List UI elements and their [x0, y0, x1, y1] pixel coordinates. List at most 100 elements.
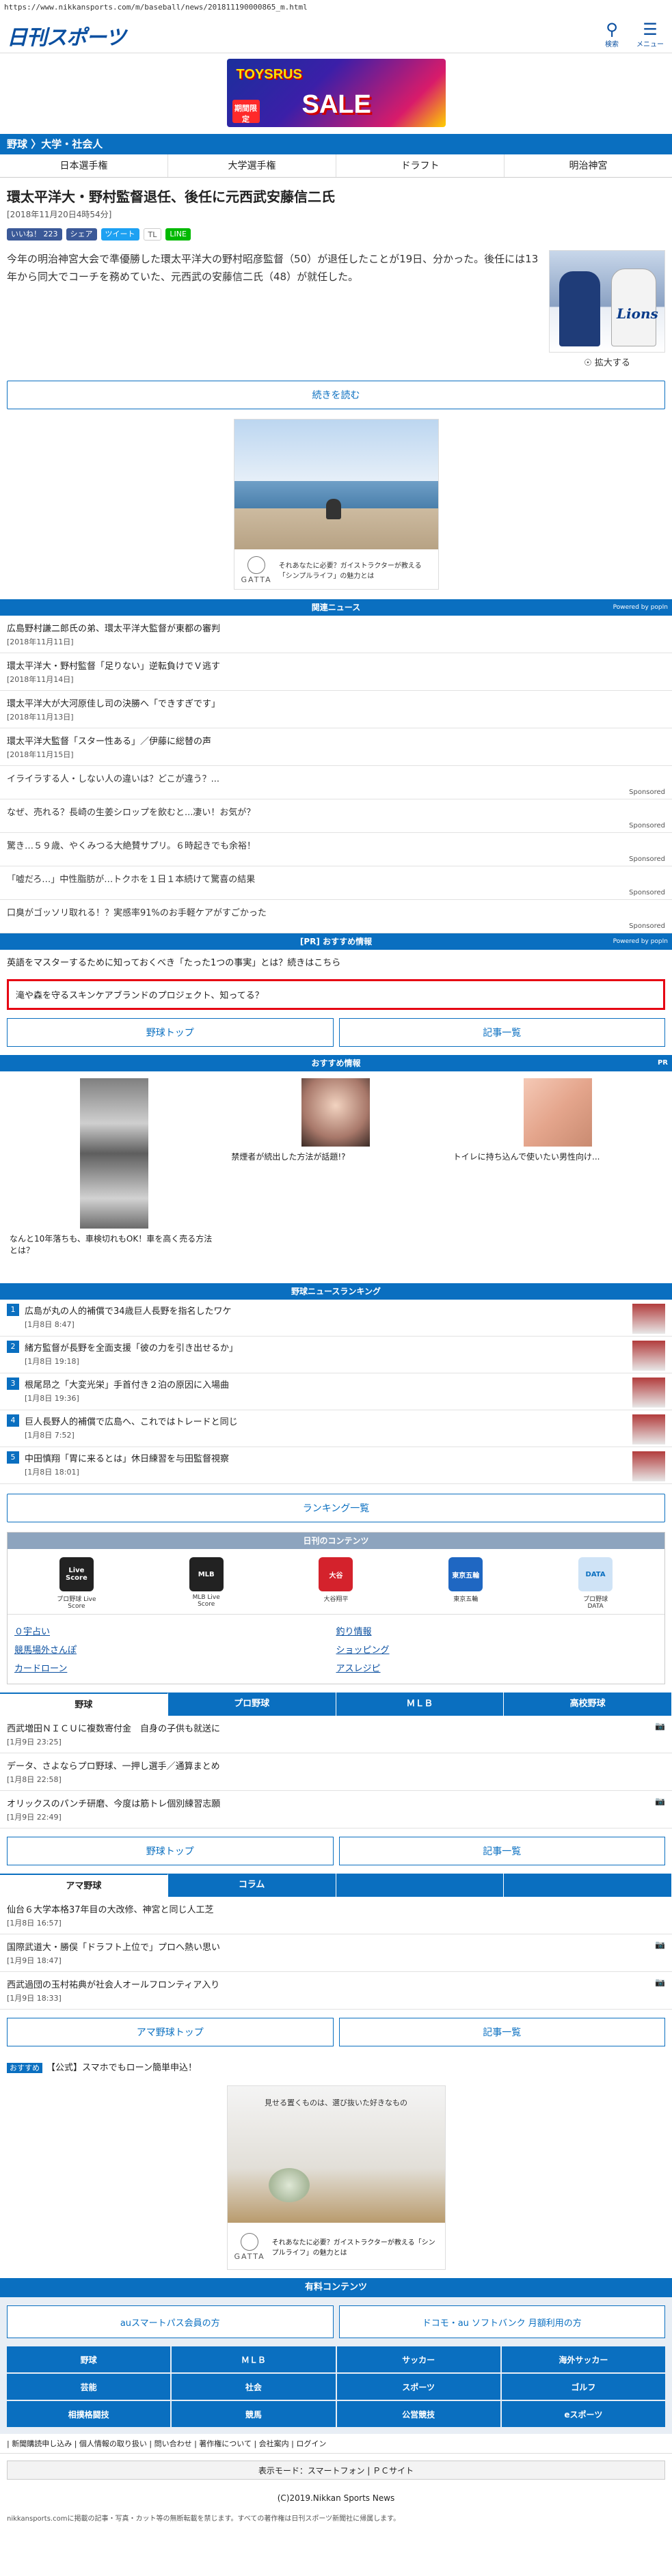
article-date: [2018年11月20日4時54分]	[7, 210, 112, 219]
subnav-item-meiji-jingu[interactable]: 明治神宮	[505, 154, 672, 177]
player-silhouette-left	[559, 271, 600, 346]
lions-logo: Lions	[617, 305, 658, 322]
article-text: 今年の明治神宮大会で準優勝した環太平洋大の野村昭彦監督（50）が退任したことが1…	[7, 253, 539, 283]
category-baseball[interactable]: 野球	[7, 2346, 171, 2372]
site-logo[interactable]: 日刊スポーツ	[7, 20, 126, 51]
zoom-button[interactable]: ☉ 拡大する	[549, 353, 665, 371]
category-esports[interactable]: eスポーツ	[501, 2401, 665, 2427]
tab-mlb[interactable]: ＭＬＢ	[336, 1693, 505, 1716]
list-item[interactable]: 環太平洋大・野村監督「足りない」逆転負けでＶ逃す [2018年11月14日]	[0, 653, 672, 691]
list-item[interactable]: 仙台６大学本格37年目の大改修、神宮と同じ人工芝 [1月8日 16:57]	[0, 1897, 672, 1934]
ranking-item[interactable]: 4 巨人長野人的補償で広島へ、これではトレードと同じ [1月8日 7:52]	[0, 1410, 672, 1447]
category-golf[interactable]: ゴルフ	[501, 2374, 665, 2400]
banner-ad-brand: TOYSRUS	[236, 67, 302, 82]
category-society[interactable]: 社会	[172, 2374, 336, 2400]
app-tokyo-olympics[interactable]: 東京五輪 東京五輪	[445, 1557, 486, 1610]
tweet-button[interactable]: ツイート	[100, 228, 139, 241]
skincare-promo-box[interactable]: 滝や森を守るスキンケアブランドのプロジェクト、知ってる？	[7, 979, 665, 1010]
breadcrumb[interactable]: 野球 〉大学・社会人	[0, 134, 672, 154]
recommend-grid: なんと10年落ちも、車検切れもOK！車を高く売る方法とは？ 禁煙者が続出した方法…	[0, 1071, 672, 1283]
footer-links[interactable]: | 新聞購読申し込み | 個人情報の取り扱い | 問い合わせ | 著作権について…	[0, 2434, 672, 2454]
category-public-racing[interactable]: 公営競技	[336, 2401, 500, 2427]
contents-link[interactable]: 釣り情報	[336, 1621, 658, 1640]
list-item[interactable]: オリックスのパンチ研磨、今度は筋トレ個別練習志願 [1月9日 22:49] 📷	[0, 1791, 672, 1828]
line-button[interactable]: LINE	[165, 228, 191, 241]
list-item[interactable]: 西武過団の玉村祐典が社会人オールフロンティア入り [1月9日 18:33] 📷	[0, 1972, 672, 2010]
article-list-button[interactable]: 記事一覧	[338, 1018, 665, 1047]
list-item[interactable]: 国際武道大・勝俣「ドラフト上位で」プロへ熱い思い [1月9日 18:47] 📷	[0, 1934, 672, 1972]
tl-button[interactable]: TL	[143, 228, 162, 241]
list-item[interactable]: データ、さよならプロ野球、一押し選手／通算まとめ [1月8日 22:58]	[0, 1753, 672, 1791]
tab-baseball[interactable]: 野球	[0, 1693, 168, 1716]
tab-pro-baseball[interactable]: プロ野球	[167, 1693, 336, 1716]
list-item[interactable]: 西武増田ＮＩＣＵに複数寄付金 自身の子供も就送に [1月9日 23:25] 📷	[0, 1716, 672, 1753]
subnav-item-nihon-senshuken[interactable]: 日本選手権	[0, 154, 168, 177]
app-data[interactable]: DATA プロ野球 DATA	[575, 1557, 616, 1610]
ranking-item[interactable]: 3 根尾昂之「大変光栄」手首付き２泊の原因に入場曲 [1月8日 19:36]	[0, 1373, 672, 1410]
recommend-card[interactable]: なんと10年落ちも、車検切れもOK！車を高く売る方法とは？	[7, 1078, 221, 1276]
list-item[interactable]: 環太平洋大が大河原佳し司の決勝へ「できすぎです」 [2018年11月13日]	[0, 691, 672, 728]
tab-amateur[interactable]: アマ野球	[0, 1874, 168, 1897]
category-soccer[interactable]: サッカー	[336, 2346, 500, 2372]
ranking-item[interactable]: 5 中田慎翔「胃に来るとは」休日練習を与田監督視察 [1月8日 18:01]	[0, 1447, 672, 1484]
read-more-button[interactable]: 続きを読む	[7, 381, 665, 409]
subnav-item-draft[interactable]: ドラフト	[336, 154, 505, 177]
amateur-top-button[interactable]: アマ野球トップ	[7, 2018, 334, 2046]
baseball-top-button[interactable]: 野球トップ	[7, 1837, 334, 1865]
article-list-button[interactable]: 記事一覧	[338, 2018, 665, 2046]
app-mlb[interactable]: MLB MLB Live Score	[186, 1557, 227, 1610]
ranking-item[interactable]: 2 緒方監督が長野を全面支援「彼の力を引き出せるか」 [1月8日 19:18]	[0, 1337, 672, 1373]
rank-thumbnail	[632, 1304, 665, 1334]
category-mlb[interactable]: ＭＬＢ	[172, 2346, 336, 2372]
gatta-beach-ad[interactable]: GATTA それあなたに必要？ガイストラクターが教える「シンプルライフ」の魅力と…	[233, 419, 439, 590]
nav-buttons: 野球トップ 記事一覧	[7, 1837, 665, 1865]
display-mode-toggle[interactable]: 表示モード：スマートフォン | ＰＣサイト	[7, 2461, 665, 2480]
loan-promo[interactable]: おすすめ 【公式】スマホでもローン簡単申込！	[0, 2055, 672, 2079]
ranking-list-button[interactable]: ランキング一覧	[7, 1494, 665, 1522]
category-horse-racing[interactable]: 競馬	[172, 2401, 336, 2427]
baseball-top-button[interactable]: 野球トップ	[7, 1018, 334, 1047]
article-list-button[interactable]: 記事一覧	[338, 1837, 665, 1865]
tab-column[interactable]: コラム	[167, 1874, 336, 1897]
person-image	[523, 1078, 592, 1147]
ranking-item[interactable]: 1 広島が丸の人的補償で34歳巨人長野を指名したワケ [1月8日 8:47]	[0, 1300, 672, 1337]
sponsored-item[interactable]: 驚き…５９歳、やくみつる大絶賛サプリ。６時起きでも余裕！ Sponsored	[0, 833, 672, 866]
recommend-card[interactable]: 禁煙者が続出した方法が話題!?	[228, 1078, 443, 1276]
search-label: 検索	[605, 41, 619, 49]
contents-link[interactable]: アスレジピ	[336, 1658, 658, 1677]
gatta-interior-ad[interactable]: 見せる置くものは、選び抜いた好きなもの GATTA それあなたに必要？ガイストラ…	[226, 2085, 446, 2270]
sponsored-item[interactable]: 「嘘だろ…」中性脂肪が…トクホを１日１本続けて驚喜の結果 Sponsored	[0, 866, 672, 900]
category-sports[interactable]: スポーツ	[336, 2374, 500, 2400]
paid-content-header: 有料コンテンツ	[0, 2278, 672, 2297]
menu-button[interactable]: ☰ メニュー	[636, 20, 664, 49]
ad-headline: 見せる置くものは、選び抜いた好きなもの	[265, 2098, 407, 2107]
subnav-item-daigaku-senshuken[interactable]: 大学選手権	[168, 154, 336, 177]
article-photo[interactable]: Lions ☉ 拡大する	[549, 250, 665, 371]
category-overseas-soccer[interactable]: 海外サッカー	[501, 2346, 665, 2372]
facebook-share-button[interactable]: シェア	[66, 228, 97, 241]
au-smartpass-button[interactable]: auスマートパス会員の方	[7, 2305, 334, 2338]
tab-high-school[interactable]: 高校野球	[504, 1693, 672, 1716]
url-bar[interactable]: https://www.nikkansports.com/m/baseball/…	[0, 0, 672, 15]
article-body: 今年の明治神宮大会で準優勝した環太平洋大の野村昭彦監督（50）が退任したことが1…	[7, 250, 665, 371]
app-live-score[interactable]: Live Score プロ野球 Live Score	[56, 1557, 97, 1610]
list-item[interactable]: 広島野村謙二郎氏の弟、環太平洋大監督が東都の審判 [2018年11月11日]	[0, 616, 672, 653]
app-ohtani[interactable]: 大谷 大谷翔平	[315, 1557, 356, 1610]
sponsored-item[interactable]: なぜ、売れる？長崎の生姜シロップを飲むと...凄い！お気が？ Sponsored	[0, 799, 672, 833]
search-button[interactable]: ⚲ 検索	[605, 20, 619, 49]
pr-link[interactable]: 英語をマスターするために知っておくべき「たった1つの事実」とは？続きはこちら	[0, 950, 672, 974]
contents-link[interactable]: ０宇占い	[14, 1621, 336, 1640]
recommend-card[interactable]: トイレに持ち込んで使いたい男性向け...	[451, 1078, 665, 1276]
contents-link[interactable]: カードローン	[14, 1658, 336, 1677]
category-entertainment[interactable]: 芸能	[7, 2374, 171, 2400]
sponsored-item[interactable]: 口臭がゴッソリ取れる！？実感率91%のお手軽ケアがすごかった Sponsored	[0, 900, 672, 933]
contents-link[interactable]: 競馬場外さんぽ	[14, 1640, 336, 1658]
contents-link[interactable]: ショッピング	[336, 1640, 658, 1658]
toysrus-banner-ad[interactable]: TOYSRUS SALE 期間限定	[226, 59, 446, 127]
list-item[interactable]: 環太平洋大監督「スター性ある」／伊藤に総替の声 [2018年11月15日]	[0, 728, 672, 766]
category-sumo[interactable]: 相撲格闘技	[7, 2401, 171, 2427]
car-image	[80, 1078, 149, 1229]
facebook-like-button[interactable]: いいね！ 223	[7, 228, 62, 241]
carrier-monthly-button[interactable]: ドコモ・au ソフトバンク 月額利用の方	[338, 2305, 665, 2338]
sponsored-item[interactable]: イライラする人・しない人の違いは？どこが違う？... Sponsored	[0, 766, 672, 799]
